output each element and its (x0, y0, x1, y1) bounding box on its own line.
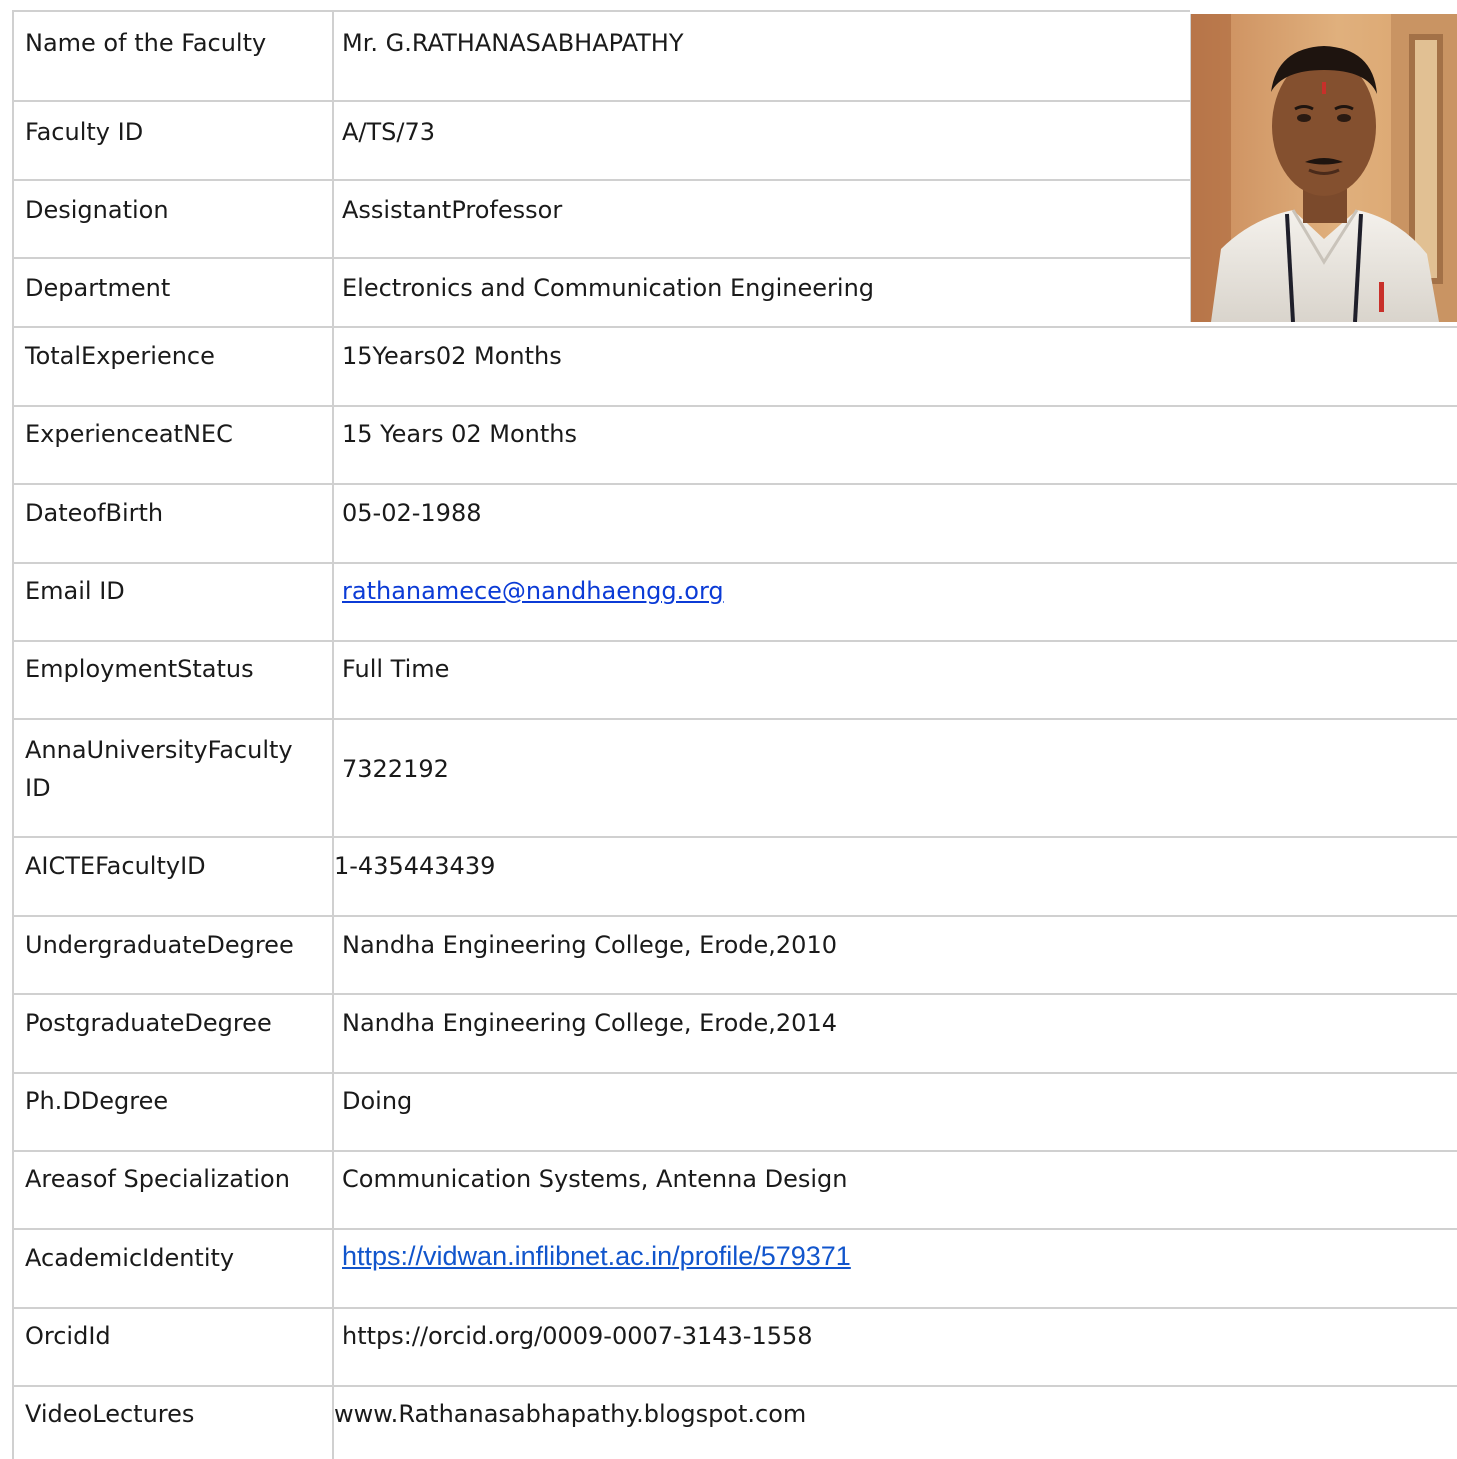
label-faculty-id: Faculty ID (12, 102, 334, 179)
value-designation: AssistantProfessor (342, 196, 563, 224)
faculty-photo (1190, 14, 1457, 322)
row-date-of-birth: DateofBirth 05-02-1988 (12, 483, 1457, 562)
row-aicte-id: AICTEFacultyID 1-435443439 (12, 836, 1457, 915)
row-faculty-id: Faculty ID A/TS/73 (12, 100, 1190, 179)
label-academic-identity: AcademicIdentity (12, 1230, 334, 1307)
label-phd-degree: Ph.DDegree (12, 1074, 334, 1150)
value-employment-status: Full Time (342, 655, 450, 683)
label-undergraduate-degree: UndergraduateDegree (12, 917, 334, 993)
label-orcid: OrcidId (12, 1309, 334, 1385)
row-phd-degree: Ph.DDegree Doing (12, 1072, 1457, 1150)
row-designation: Designation AssistantProfessor (12, 179, 1190, 257)
row-specialization: Areasof Specialization Communication Sys… (12, 1150, 1457, 1228)
label-anna-university-id: AnnaUniversityFaculty ID (12, 720, 334, 836)
value-department: Electronics and Communication Engineerin… (342, 274, 875, 302)
label-name: Name of the Faculty (12, 12, 334, 100)
row-postgraduate-degree: PostgraduateDegree Nandha Engineering Co… (12, 993, 1457, 1072)
faculty-profile-table: Name of the Faculty Mr. G.RATHANASABHAPA… (12, 10, 1457, 1459)
label-department: Department (12, 259, 334, 326)
value-academic-identity: https://vidwan.inflibnet.ac.in/profile/5… (334, 1230, 1457, 1307)
value-specialization: Communication Systems, Antenna Design (342, 1165, 848, 1193)
value-orcid: https://orcid.org/0009-0007-3143-1558 (342, 1322, 813, 1350)
row-employment-status: EmploymentStatus Full Time (12, 640, 1457, 718)
vidwan-profile-link[interactable]: https://vidwan.inflibnet.ac.in/profile/5… (342, 1241, 851, 1271)
label-video-lectures: VideoLectures (12, 1387, 334, 1459)
label-postgraduate-degree: PostgraduateDegree (12, 995, 334, 1072)
value-email: rathanamece@nandhaengg.org (334, 564, 1457, 640)
label-aicte-id: AICTEFacultyID (12, 838, 334, 915)
label-email: Email ID (12, 564, 334, 640)
value-video-lectures: www.Rathanasabhapathy.blogspot.com (334, 1400, 807, 1428)
label-total-experience: TotalExperience (12, 328, 334, 405)
row-academic-identity: AcademicIdentity https://vidwan.inflibne… (12, 1228, 1457, 1307)
label-specialization: Areasof Specialization (12, 1152, 334, 1228)
row-undergraduate-degree: UndergraduateDegree Nandha Engineering C… (12, 915, 1457, 993)
label-date-of-birth: DateofBirth (12, 485, 334, 562)
label-employment-status: EmploymentStatus (12, 642, 334, 718)
value-phd-degree: Doing (342, 1087, 413, 1115)
value-date-of-birth: 05-02-1988 (342, 499, 482, 527)
value-experience-nec: 15 Years 02 Months (342, 420, 578, 448)
value-total-experience: 15Years02 Months (342, 342, 562, 370)
value-name: Mr. G.RATHANASABHAPATHY (342, 29, 684, 57)
row-orcid: OrcidId https://orcid.org/0009-0007-3143… (12, 1307, 1457, 1385)
row-total-experience: TotalExperience 15Years02 Months (12, 326, 1457, 405)
value-postgraduate-degree: Nandha Engineering College, Erode,2014 (342, 1009, 837, 1037)
email-link[interactable]: rathanamece@nandhaengg.org (342, 577, 724, 605)
row-experience-nec: ExperienceatNEC 15 Years 02 Months (12, 405, 1457, 483)
value-anna-university-id: 7322192 (342, 755, 449, 783)
row-video-lectures: VideoLectures www.Rathanasabhapathy.blog… (12, 1385, 1457, 1459)
label-experience-nec: ExperienceatNEC (12, 407, 334, 483)
row-anna-university-id: AnnaUniversityFaculty ID 7322192 (12, 718, 1457, 836)
value-faculty-id: A/TS/73 (342, 118, 436, 146)
value-aicte-id: 1-435443439 (334, 852, 496, 880)
row-name: Name of the Faculty Mr. G.RATHANASABHAPA… (12, 10, 1190, 100)
value-undergraduate-degree: Nandha Engineering College, Erode,2010 (342, 931, 837, 959)
row-email: Email ID rathanamece@nandhaengg.org (12, 562, 1457, 640)
row-department: Department Electronics and Communication… (12, 257, 1190, 326)
label-designation: Designation (12, 181, 334, 257)
